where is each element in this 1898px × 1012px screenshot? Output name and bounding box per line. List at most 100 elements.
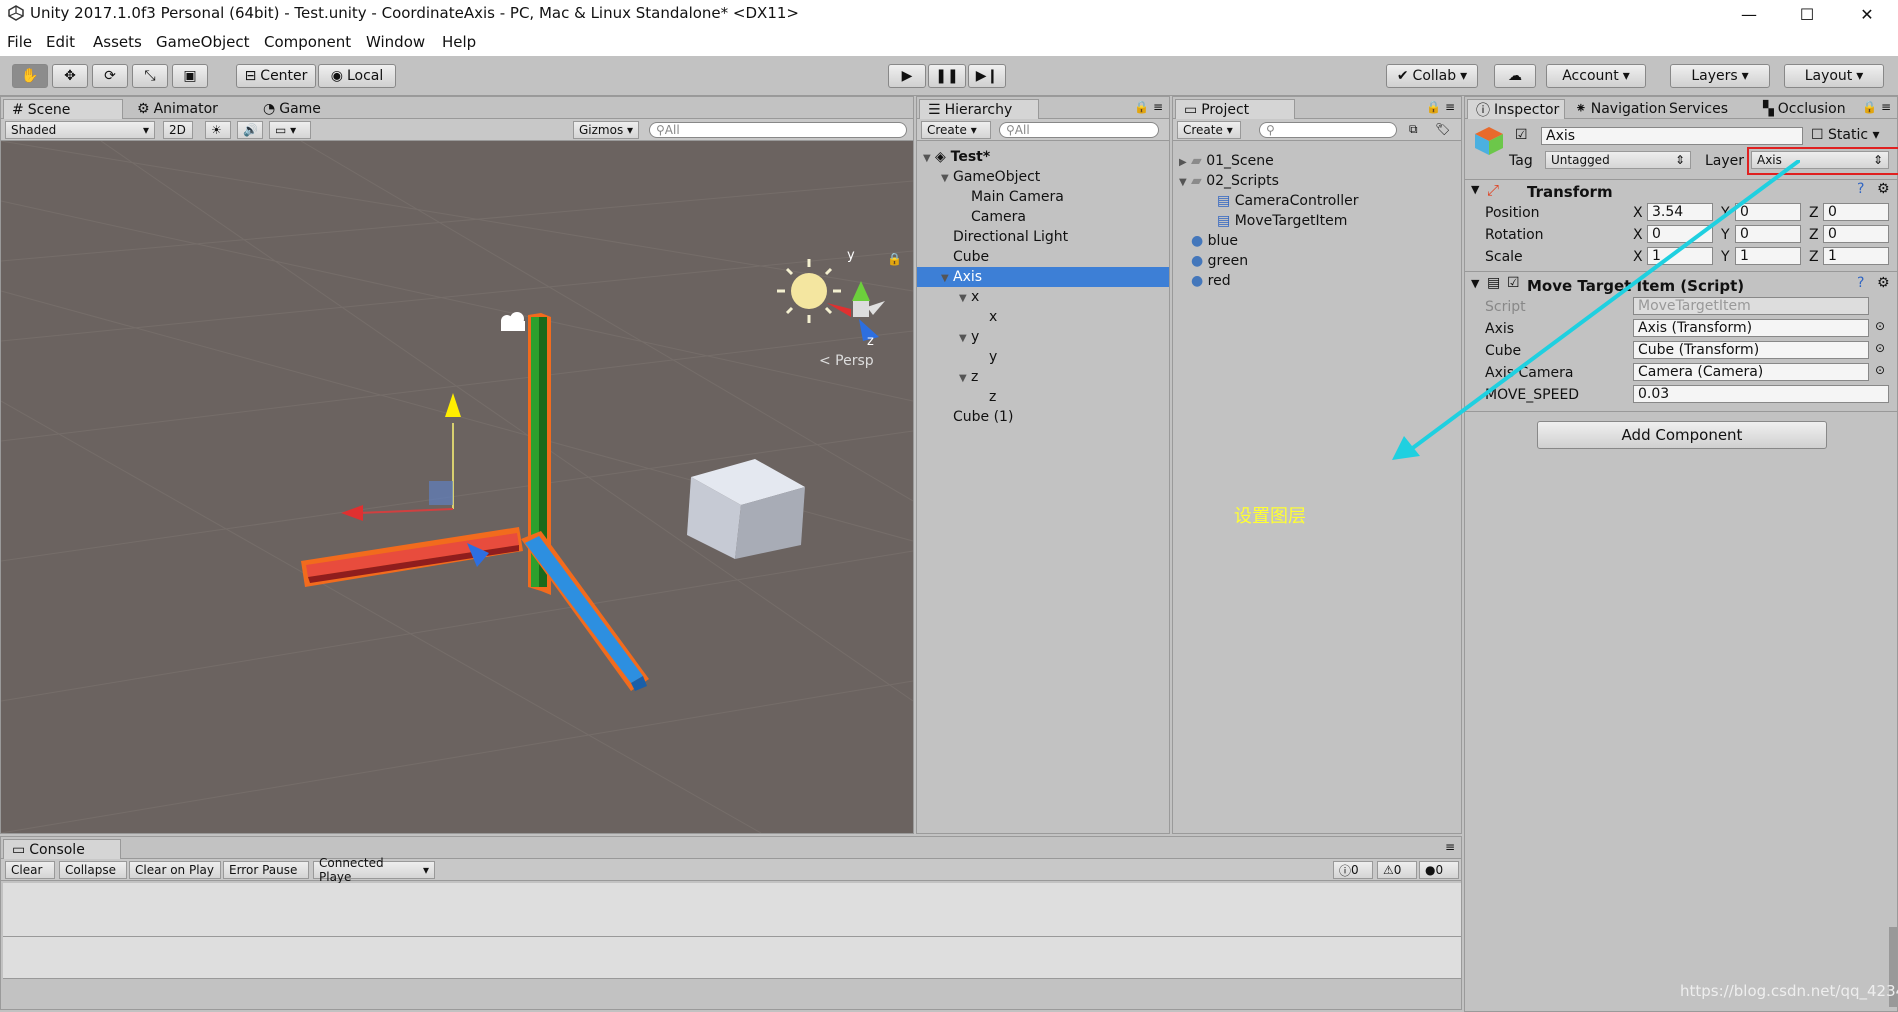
object-picker-icon[interactable]: ⊙ [1875,363,1885,377]
hierarchy-item[interactable]: z [917,387,1169,407]
hierarchy-item[interactable]: Cube [917,247,1169,267]
tab-inspector[interactable]: ⓘ Inspector [1467,99,1565,119]
gizmo-z-label: z [867,334,874,349]
project-create-dropdown[interactable]: Create ▾ [1177,121,1241,139]
hand-tool-icon[interactable]: ✋ [12,64,48,88]
console-clear-on-play-button[interactable]: Clear on Play [129,861,221,879]
console-clear-button[interactable]: Clear [5,861,55,879]
rotation-z-field[interactable]: 0 [1823,225,1889,243]
log-count-toggle[interactable]: ⓘ 0 [1333,861,1373,879]
hierarchy-item-label: x [989,309,998,325]
tab-game[interactable]: ◔ Game [255,99,329,119]
pivot-local-button[interactable]: ◉ Local [318,64,396,88]
shading-mode-dropdown[interactable]: Shaded ▾ [5,121,155,139]
static-checkbox[interactable]: ☐ Static ▾ [1811,127,1880,143]
info-icon: ⓘ [1476,102,1490,119]
lighting-toggle-icon[interactable]: ☀ [205,121,231,139]
menu-gameobject[interactable]: GameObject [156,33,250,51]
menu-assets[interactable]: Assets [93,33,142,51]
hierarchy-item[interactable]: ▼ Axis [917,267,1169,287]
minimize-button[interactable]: — [1720,0,1778,28]
error-icon: ● [1425,863,1436,877]
hierarchy-item[interactable]: Cube (1) [917,407,1169,427]
object-picker-icon[interactable]: ⊙ [1875,319,1885,333]
tab-services[interactable]: Services [1661,99,1736,119]
scene-root-item[interactable]: ▼ ◈ Test* [923,147,1163,167]
tab-animator[interactable]: ⚙ Animator [129,99,226,119]
audio-toggle-icon[interactable]: 🔊 [237,121,263,139]
expand-arrow-icon: ▼ [941,173,949,184]
pause-button[interactable]: ❚❚ [928,64,966,88]
error-count-toggle[interactable]: ● 0 [1419,861,1459,879]
menu-edit[interactable]: Edit [46,33,75,51]
console-log-area[interactable] [3,883,1461,937]
maximize-button[interactable]: ☐ [1778,0,1836,28]
collab-button[interactable]: ✔ Collab ▾ [1386,64,1478,88]
panel-menu-icon[interactable]: 🔒 ≡ [1134,100,1163,114]
help-icon[interactable]: ? [1857,181,1864,197]
step-button[interactable]: ▶❙ [968,64,1006,88]
rotate-tool-icon[interactable]: ⟳ [92,64,128,88]
gear-icon[interactable]: ⚙ [1877,181,1890,197]
gear-icon[interactable]: ⚙ [1877,275,1890,291]
gizmos-dropdown[interactable]: Gizmos ▾ [573,121,639,139]
console-collapse-button[interactable]: Collapse [59,861,127,879]
layout-dropdown[interactable]: Layout ▾ [1784,64,1884,88]
hierarchy-item[interactable]: y [917,347,1169,367]
cloud-button[interactable]: ☁ [1494,64,1536,88]
menu-help[interactable]: Help [442,33,476,51]
menu-component[interactable]: Component [264,33,351,51]
position-z-field[interactable]: 0 [1823,203,1889,221]
active-checkbox[interactable]: ☑ [1515,127,1528,143]
console-error-pause-button[interactable]: Error Pause [223,861,309,879]
connected-player-dropdown[interactable]: Connected Playe ▾ [313,856,435,884]
hierarchy-item[interactable]: ▼ x [917,287,1169,307]
hierarchy-create-dropdown[interactable]: Create ▾ [921,121,991,139]
scene-search-input[interactable]: ⚲All [649,122,907,138]
tab-hierarchy[interactable]: ☰ Hierarchy [919,99,1039,119]
tab-console[interactable]: ▭ Console [3,839,121,859]
console-detail-area[interactable] [3,937,1461,979]
annotation-arrow [1392,160,1800,460]
persp-label[interactable]: < Persp [819,353,874,369]
rect-tool-icon[interactable]: ▣ [172,64,208,88]
toggle-2d-button[interactable]: 2D [163,121,193,139]
lock-icon[interactable]: 🔒 [887,252,902,266]
occlusion-icon: ▚ [1763,101,1774,117]
menu-file[interactable]: File [7,33,32,51]
object-name-field[interactable]: Axis [1541,127,1803,145]
warning-count-toggle[interactable]: ⚠ 0 [1377,861,1417,879]
hierarchy-search-input[interactable]: ⚲All [999,122,1159,138]
panel-menu-icon[interactable]: 🔒 ≡ [1426,100,1455,114]
filter-label-icon[interactable]: 🏷 [1435,122,1450,136]
layers-dropdown[interactable]: Layers ▾ [1670,64,1770,88]
hierarchy-item[interactable]: ▼ GameObject [917,167,1169,187]
close-button[interactable]: ✕ [1838,0,1896,28]
expand-arrow-icon: ▼ [1179,177,1187,188]
tab-scene[interactable]: # Scene [3,99,123,119]
pivot-center-button[interactable]: ⊟ Center [236,64,316,88]
hierarchy-item[interactable]: Camera [917,207,1169,227]
tab-occlusion[interactable]: ▚ Occlusion [1755,99,1854,119]
filter-type-icon[interactable]: ⧉ [1409,122,1418,137]
menu-window[interactable]: Window [366,33,425,51]
help-icon[interactable]: ? [1857,275,1864,291]
scale-tool-icon[interactable]: ⤡ [132,64,168,88]
effects-dropdown-icon[interactable]: ▭ ▾ [269,121,311,139]
tab-navigation[interactable]: ⁕ Navigation [1567,99,1674,119]
panel-menu-icon[interactable]: ≡ [1445,840,1455,854]
scene-viewport[interactable]: y z < Persp 🔒 [1,141,913,833]
hierarchy-item[interactable]: ▼ z [917,367,1169,387]
hierarchy-item[interactable]: x [917,307,1169,327]
move-tool-icon[interactable]: ✥ [52,64,88,88]
tab-project[interactable]: ▭ Project [1175,99,1295,119]
hierarchy-item[interactable]: Directional Light [917,227,1169,247]
hierarchy-item[interactable]: ▼ y [917,327,1169,347]
scale-z-field[interactable]: 1 [1823,247,1889,265]
account-dropdown[interactable]: Account ▾ [1546,64,1646,88]
play-button[interactable]: ▶ [888,64,926,88]
hierarchy-item[interactable]: Main Camera [917,187,1169,207]
panel-menu-icon[interactable]: 🔒 ≡ [1862,100,1891,114]
project-search-input[interactable]: ⚲ [1259,122,1397,138]
object-picker-icon[interactable]: ⊙ [1875,341,1885,355]
